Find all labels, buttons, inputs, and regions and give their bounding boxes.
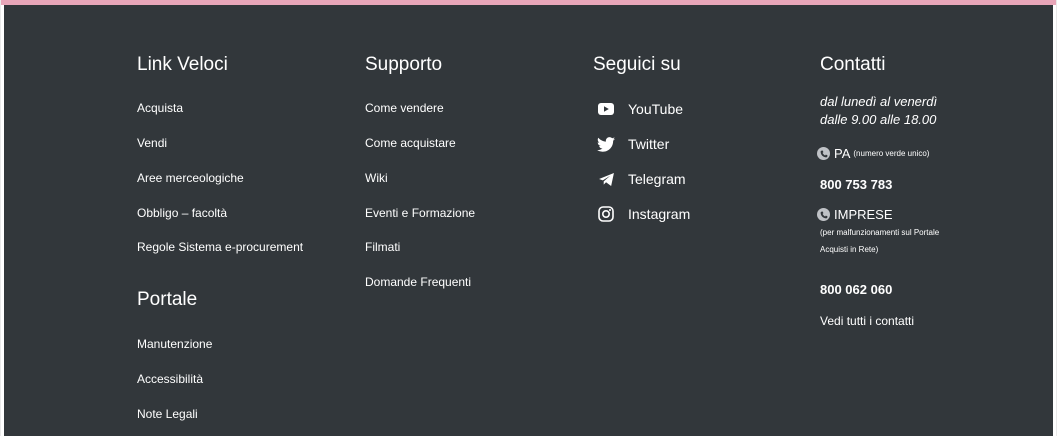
link-obbligo-facolta[interactable]: Obbligo – facoltà <box>137 206 227 220</box>
twitter-icon <box>596 134 616 154</box>
opening-hours-line-1: dal lunedì al venerdì <box>820 94 938 109</box>
portale-heading: Portale <box>137 289 198 310</box>
youtube-icon <box>596 99 616 119</box>
instagram-icon <box>596 204 616 224</box>
link-filmati[interactable]: Filmati <box>365 240 400 254</box>
telegram-label: Telegram <box>628 171 686 187</box>
link-wiki[interactable]: Wiki <box>365 171 388 185</box>
contatti-heading: Contatti <box>820 54 886 75</box>
phone-icon <box>817 208 830 221</box>
pa-note: (numero verde unico) <box>853 149 930 158</box>
link-aree-merceologiche[interactable]: Aree merceologiche <box>137 171 244 185</box>
link-accessibilita[interactable]: Accessibilità <box>137 372 203 386</box>
link-come-vendere[interactable]: Come vendere <box>365 101 444 115</box>
link-acquista[interactable]: Acquista <box>137 101 183 115</box>
link-vendi[interactable]: Vendi <box>137 136 167 150</box>
seguici-heading: Seguici su <box>593 54 681 75</box>
all-contacts-link[interactable]: Vedi tutti i contatti <box>820 314 914 328</box>
imprese-note-line-1: (per malfunzionamenti sul Portale <box>820 228 940 237</box>
link-regole-sistema[interactable]: Regole Sistema e-procurement <box>137 240 303 254</box>
youtube-label: YouTube <box>628 101 684 117</box>
site-footer: Link Veloci Acquista Vendi Aree merceolo… <box>4 5 1053 436</box>
imprese-contact-label: IMPRESE <box>817 207 893 222</box>
pa-phone-number[interactable]: 800 753 783 <box>820 177 892 192</box>
telegram-link[interactable]: Telegram <box>596 169 686 189</box>
twitter-link[interactable]: Twitter <box>596 134 669 154</box>
imprese-phone-number[interactable]: 800 062 060 <box>820 282 892 297</box>
link-domande-frequenti[interactable]: Domande Frequenti <box>365 275 471 289</box>
link-eventi-formazione[interactable]: Eventi e Formazione <box>365 206 475 220</box>
imprese-note-line-2: Acquisti in Rete) <box>820 245 879 254</box>
supporto-heading: Supporto <box>365 54 443 75</box>
link-come-acquistare[interactable]: Come acquistare <box>365 136 456 150</box>
phone-icon <box>817 147 830 160</box>
link-veloci-heading: Link Veloci <box>137 54 228 75</box>
pa-contact-label: PA (numero verde unico) <box>817 146 929 161</box>
twitter-label: Twitter <box>628 136 670 152</box>
imprese-title: IMPRESE <box>834 207 893 222</box>
link-note-legali[interactable]: Note Legali <box>137 407 198 421</box>
instagram-link[interactable]: Instagram <box>596 204 690 224</box>
pa-title: PA <box>834 146 851 161</box>
youtube-link[interactable]: YouTube <box>596 99 683 119</box>
page: Link Veloci Acquista Vendi Aree merceolo… <box>0 0 1057 436</box>
opening-hours-line-2: dalle 9.00 alle 18.00 <box>820 112 937 127</box>
instagram-label: Instagram <box>628 206 691 222</box>
link-manutenzione[interactable]: Manutenzione <box>137 337 212 351</box>
telegram-icon <box>596 169 616 189</box>
